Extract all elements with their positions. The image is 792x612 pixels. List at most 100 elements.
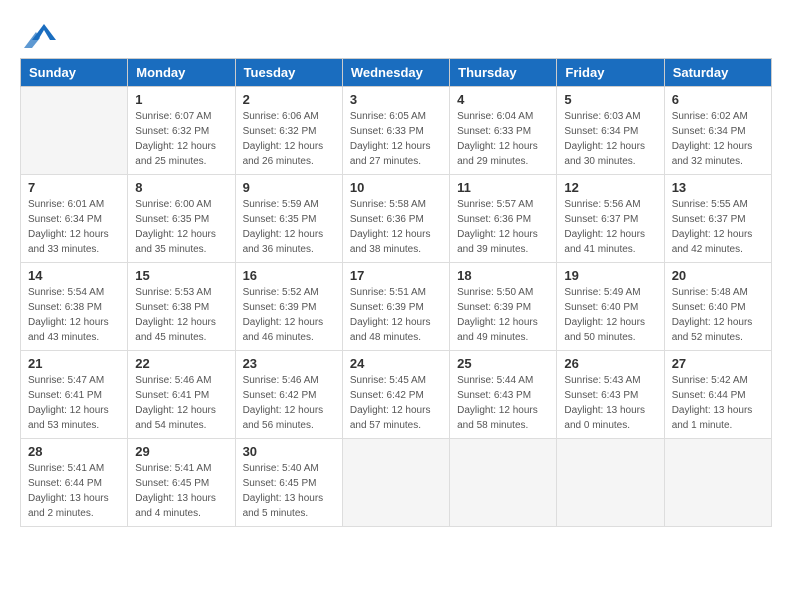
day-info: Sunrise: 5:56 AMSunset: 6:37 PMDaylight:… bbox=[564, 197, 656, 257]
sunset-line: Sunset: 6:40 PM bbox=[672, 300, 764, 315]
day-info: Sunrise: 5:52 AMSunset: 6:39 PMDaylight:… bbox=[243, 285, 335, 345]
day-info: Sunrise: 5:42 AMSunset: 6:44 PMDaylight:… bbox=[672, 373, 764, 433]
calendar-cell: 22Sunrise: 5:46 AMSunset: 6:41 PMDayligh… bbox=[128, 351, 235, 439]
daylight-line2: and 33 minutes. bbox=[28, 242, 120, 257]
calendar-cell: 23Sunrise: 5:46 AMSunset: 6:42 PMDayligh… bbox=[235, 351, 342, 439]
daylight-line2: and 45 minutes. bbox=[135, 330, 227, 345]
sunrise-line: Sunrise: 6:01 AM bbox=[28, 197, 120, 212]
day-number: 25 bbox=[457, 356, 549, 371]
day-info: Sunrise: 5:55 AMSunset: 6:37 PMDaylight:… bbox=[672, 197, 764, 257]
calendar-header-row: SundayMondayTuesdayWednesdayThursdayFrid… bbox=[21, 59, 772, 87]
day-number: 1 bbox=[135, 92, 227, 107]
daylight-line1: Daylight: 12 hours bbox=[135, 227, 227, 242]
day-info: Sunrise: 6:01 AMSunset: 6:34 PMDaylight:… bbox=[28, 197, 120, 257]
sunset-line: Sunset: 6:33 PM bbox=[457, 124, 549, 139]
daylight-line2: and 27 minutes. bbox=[350, 154, 442, 169]
sunset-line: Sunset: 6:42 PM bbox=[350, 388, 442, 403]
sunset-line: Sunset: 6:39 PM bbox=[350, 300, 442, 315]
day-number: 3 bbox=[350, 92, 442, 107]
sunset-line: Sunset: 6:37 PM bbox=[672, 212, 764, 227]
day-number: 28 bbox=[28, 444, 120, 459]
day-info: Sunrise: 5:45 AMSunset: 6:42 PMDaylight:… bbox=[350, 373, 442, 433]
sunset-line: Sunset: 6:42 PM bbox=[243, 388, 335, 403]
calendar-cell: 26 Sunrise: 5:43 AMSunset: 6:43 PMDayligh… bbox=[557, 351, 664, 439]
sunset-line: Sunset: 6:35 PM bbox=[243, 212, 335, 227]
daylight-line1: Daylight: 12 hours bbox=[28, 315, 120, 330]
day-number: 13 bbox=[672, 180, 764, 195]
sunrise-line: Sunrise: 5:43 AM bbox=[564, 373, 656, 388]
sunrise-line: Sunrise: 5:52 AM bbox=[243, 285, 335, 300]
sunset-line: Sunset: 6:32 PM bbox=[243, 124, 335, 139]
day-number: 19 bbox=[564, 268, 656, 283]
day-info: Sunrise: 6:05 AMSunset: 6:33 PMDaylight:… bbox=[350, 109, 442, 169]
sunset-line: Sunset: 6:38 PM bbox=[28, 300, 120, 315]
calendar-cell: 19Sunrise: 5:49 AMSunset: 6:40 PMDayligh… bbox=[557, 263, 664, 351]
calendar-cell: 16Sunrise: 5:52 AMSunset: 6:39 PMDayligh… bbox=[235, 263, 342, 351]
daylight-line2: and 4 minutes. bbox=[135, 506, 227, 521]
calendar-cell: 7Sunrise: 6:01 AMSunset: 6:34 PMDaylight… bbox=[21, 175, 128, 263]
sunrise-line: Sunrise: 6:00 AM bbox=[135, 197, 227, 212]
header-friday: Friday bbox=[557, 59, 664, 87]
daylight-line2: and 1 minute. bbox=[672, 418, 764, 433]
sunrise-line: Sunrise: 6:07 AM bbox=[135, 109, 227, 124]
calendar-cell: 15Sunrise: 5:53 AMSunset: 6:38 PMDayligh… bbox=[128, 263, 235, 351]
daylight-line2: and 43 minutes. bbox=[28, 330, 120, 345]
day-info: Sunrise: 5:51 AMSunset: 6:39 PMDaylight:… bbox=[350, 285, 442, 345]
header-monday: Monday bbox=[128, 59, 235, 87]
daylight-line1: Daylight: 12 hours bbox=[350, 403, 442, 418]
day-number: 11 bbox=[457, 180, 549, 195]
sunrise-line: Sunrise: 5:41 AM bbox=[135, 461, 227, 476]
calendar-cell: 10Sunrise: 5:58 AMSunset: 6:36 PMDayligh… bbox=[342, 175, 449, 263]
daylight-line2: and 25 minutes. bbox=[135, 154, 227, 169]
daylight-line2: and 54 minutes. bbox=[135, 418, 227, 433]
day-number: 18 bbox=[457, 268, 549, 283]
calendar-body: 1Sunrise: 6:07 AMSunset: 6:32 PMDaylight… bbox=[21, 87, 772, 527]
day-info: Sunrise: 5:57 AMSunset: 6:36 PMDaylight:… bbox=[457, 197, 549, 257]
daylight-line2: and 57 minutes. bbox=[350, 418, 442, 433]
calendar-cell: 11 Sunrise: 5:57 AMSunset: 6:36 PMDayligh… bbox=[450, 175, 557, 263]
daylight-line2: and 41 minutes. bbox=[564, 242, 656, 257]
daylight-line1: Daylight: 12 hours bbox=[672, 227, 764, 242]
header-thursday: Thursday bbox=[450, 59, 557, 87]
header-wednesday: Wednesday bbox=[342, 59, 449, 87]
daylight-line2: and 26 minutes. bbox=[243, 154, 335, 169]
calendar-cell bbox=[664, 439, 771, 527]
day-number: 14 bbox=[28, 268, 120, 283]
day-info: Sunrise: 5:50 AMSunset: 6:39 PMDaylight:… bbox=[457, 285, 549, 345]
sunset-line: Sunset: 6:32 PM bbox=[135, 124, 227, 139]
daylight-line2: and 32 minutes. bbox=[672, 154, 764, 169]
day-info: Sunrise: 6:06 AMSunset: 6:32 PMDaylight:… bbox=[243, 109, 335, 169]
day-number: 26 bbox=[564, 356, 656, 371]
daylight-line1: Daylight: 12 hours bbox=[350, 139, 442, 154]
sunrise-line: Sunrise: 5:48 AM bbox=[672, 285, 764, 300]
daylight-line2: and 35 minutes. bbox=[135, 242, 227, 257]
calendar-cell: 9Sunrise: 5:59 AMSunset: 6:35 PMDaylight… bbox=[235, 175, 342, 263]
day-info: Sunrise: 5:48 AMSunset: 6:40 PMDaylight:… bbox=[672, 285, 764, 345]
daylight-line2: and 46 minutes. bbox=[243, 330, 335, 345]
day-number: 30 bbox=[243, 444, 335, 459]
daylight-line1: Daylight: 12 hours bbox=[672, 315, 764, 330]
sunset-line: Sunset: 6:43 PM bbox=[457, 388, 549, 403]
logo-icon bbox=[24, 20, 56, 48]
daylight-line1: Daylight: 12 hours bbox=[457, 139, 549, 154]
sunrise-line: Sunrise: 5:57 AM bbox=[457, 197, 549, 212]
daylight-line2: and 52 minutes. bbox=[672, 330, 764, 345]
daylight-line1: Daylight: 13 hours bbox=[564, 403, 656, 418]
calendar-cell: 29Sunrise: 5:41 AMSunset: 6:45 PMDayligh… bbox=[128, 439, 235, 527]
header-sunday: Sunday bbox=[21, 59, 128, 87]
day-info: Sunrise: 5:41 AMSunset: 6:45 PMDaylight:… bbox=[135, 461, 227, 521]
sunset-line: Sunset: 6:36 PM bbox=[350, 212, 442, 227]
daylight-line1: Daylight: 12 hours bbox=[564, 315, 656, 330]
daylight-line1: Daylight: 12 hours bbox=[672, 139, 764, 154]
daylight-line2: and 36 minutes. bbox=[243, 242, 335, 257]
daylight-line2: and 58 minutes. bbox=[457, 418, 549, 433]
sunset-line: Sunset: 6:39 PM bbox=[243, 300, 335, 315]
calendar-cell: 30Sunrise: 5:40 AMSunset: 6:45 PMDayligh… bbox=[235, 439, 342, 527]
sunset-line: Sunset: 6:43 PM bbox=[564, 388, 656, 403]
day-info: Sunrise: 5:43 AMSunset: 6:43 PMDaylight:… bbox=[564, 373, 656, 433]
day-info: Sunrise: 5:58 AMSunset: 6:36 PMDaylight:… bbox=[350, 197, 442, 257]
daylight-line2: and 48 minutes. bbox=[350, 330, 442, 345]
daylight-line2: and 2 minutes. bbox=[28, 506, 120, 521]
calendar-cell: 8Sunrise: 6:00 AMSunset: 6:35 PMDaylight… bbox=[128, 175, 235, 263]
calendar-week-0: 1Sunrise: 6:07 AMSunset: 6:32 PMDaylight… bbox=[21, 87, 772, 175]
